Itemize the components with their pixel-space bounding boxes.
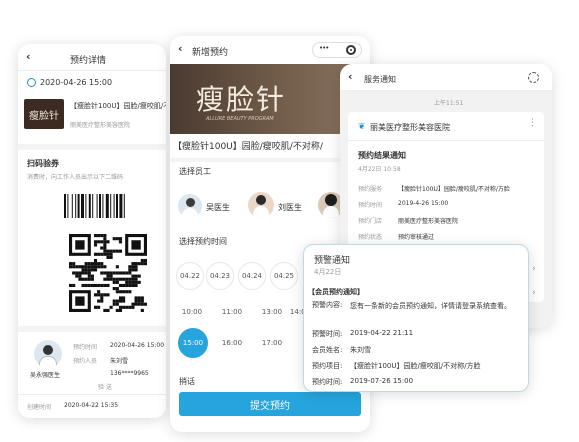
detail-value: 136****9965 bbox=[110, 370, 149, 377]
alert-notice-popup[interactable]: 预警通知 4月22日 【会员预约通知】 预警内容: 您有一条新的会员预约通知，详… bbox=[303, 244, 529, 392]
detail-value: 朱刘雪 bbox=[110, 358, 129, 365]
scan-hint: 消费时，向工作人员出示以下二维码 bbox=[27, 174, 124, 181]
page-title: 预约详情 bbox=[70, 56, 107, 66]
back-icon[interactable]: ‹ bbox=[348, 70, 353, 83]
time-option[interactable]: 11:00 bbox=[218, 308, 246, 316]
created-label: 创建时间 bbox=[27, 404, 52, 411]
row-key: 预约时间 bbox=[358, 202, 383, 209]
chevron-right-icon[interactable]: › bbox=[532, 264, 536, 274]
clock-icon bbox=[27, 78, 36, 87]
time-option[interactable]: 17:00 bbox=[258, 339, 286, 347]
hospital-name: 丽美医疗整形美容医院 bbox=[70, 122, 131, 129]
more-icon[interactable]: ••• bbox=[319, 44, 329, 52]
qr-code[interactable] bbox=[68, 234, 148, 312]
popup-date: 4月22日 bbox=[314, 268, 342, 276]
staff-name[interactable]: 吴医生 bbox=[206, 202, 230, 213]
staff-name[interactable]: 刘医生 bbox=[278, 202, 302, 213]
popup-tag: 【会员预约通知】 bbox=[308, 288, 364, 296]
hospital-name: 丽美医疗整形美容医院 bbox=[370, 123, 450, 132]
row-key: 预约状态 bbox=[358, 234, 383, 241]
barcode bbox=[64, 194, 125, 218]
back-icon[interactable]: ‹ bbox=[178, 42, 183, 55]
close-miniapp-icon[interactable] bbox=[346, 45, 356, 55]
row-value: 【瘦脸针100U】园脸/瘦咬肌/不对称/方脸 bbox=[398, 186, 510, 193]
row-key: 预约门店 bbox=[358, 218, 383, 225]
time-option-selected[interactable]: 15:00 bbox=[178, 328, 208, 358]
thumbnail-text: 瘦脸针 bbox=[29, 110, 59, 122]
member-value: 朱刘雪 bbox=[350, 346, 371, 354]
select-staff-label: 选择员工 bbox=[179, 167, 211, 176]
scan-title: 扫码验券 bbox=[27, 159, 59, 168]
time-label: 预警时间: bbox=[312, 330, 343, 338]
gear-icon[interactable] bbox=[528, 72, 539, 83]
banner-title: 瘦脸针 bbox=[196, 83, 287, 116]
time-option[interactable]: 10:00 bbox=[178, 308, 206, 316]
chevron-right-icon[interactable]: › bbox=[532, 288, 536, 298]
date-option[interactable]: 04.25 bbox=[270, 262, 298, 290]
page-title: 服务通知 bbox=[364, 75, 396, 84]
row-key: 预约服务 bbox=[358, 186, 383, 193]
submit-button[interactable]: 提交预约 bbox=[179, 392, 361, 416]
content-text: 您有一条新的会员预约通知，详情请登录系统查看。 bbox=[350, 302, 511, 310]
hospital-logo-icon: ❦ bbox=[358, 122, 366, 132]
detail-value: 2020-04-26 15:00 bbox=[110, 342, 165, 349]
item-label: 预约项目: bbox=[312, 362, 343, 370]
row-value: 预约审核通过 bbox=[398, 234, 435, 241]
appt-value: 2019-07-26 15:00 bbox=[350, 377, 414, 385]
product-thumbnail: 瘦脸针 bbox=[24, 99, 64, 129]
date-option[interactable]: 04.23 bbox=[206, 262, 234, 290]
detail-value: 验 送 bbox=[98, 384, 112, 391]
date-option[interactable]: 04.22 bbox=[176, 262, 204, 290]
detail-key: 预约时间 bbox=[73, 344, 98, 351]
item-value: 【瘦脸针100U】园脸/瘦咬肌/不对称/方脸 bbox=[350, 362, 481, 370]
appt-label: 预约时间: bbox=[312, 378, 343, 386]
row-value: 2019-4-26 15:00 bbox=[398, 200, 449, 207]
appointment-detail-phone: ‹ 预约详情 2020-04-26 15:00 瘦脸针 【瘦脸针100U】园脸/… bbox=[18, 44, 166, 418]
time-option[interactable]: 16:00 bbox=[218, 339, 246, 347]
created-value: 2020-04-22 15:35 bbox=[64, 402, 119, 409]
page-title: 新增预约 bbox=[192, 48, 229, 58]
timestamp: 上午11:51 bbox=[434, 100, 464, 107]
appointment-datetime: 2020-04-26 15:00 bbox=[40, 78, 113, 87]
doctor-avatar[interactable] bbox=[178, 194, 202, 218]
banner-subtitle: ALLURE BEAUTY PROGRAM bbox=[206, 116, 274, 122]
back-icon[interactable]: ‹ bbox=[26, 50, 31, 63]
remark-label: 捎话 bbox=[179, 377, 195, 386]
notice-title: 预约结果通知 bbox=[358, 151, 406, 160]
popup-title: 预警通知 bbox=[314, 256, 351, 266]
notice-date: 4月22日 10:58 bbox=[358, 166, 401, 173]
time-value: 2019-04-22 21:11 bbox=[350, 329, 414, 337]
more-icon[interactable]: ⋮ bbox=[528, 118, 537, 128]
doctor-name: 吴永强医生 bbox=[30, 372, 61, 379]
content-label: 预警内容: bbox=[312, 301, 343, 309]
detail-key: 预约人员 bbox=[73, 358, 98, 365]
time-option[interactable]: 13:00 bbox=[258, 308, 286, 316]
product-name: 【瘦脸针100U】园脸/瘦咬肌/不对称/ bbox=[173, 142, 323, 152]
doctor-avatar[interactable] bbox=[248, 192, 274, 218]
screen: ‹ 预约详情 2020-04-26 15:00 瘦脸针 【瘦脸针100U】园脸/… bbox=[0, 0, 579, 442]
member-label: 会员姓名: bbox=[312, 346, 343, 354]
row-value: 丽美医疗整形美容医院 bbox=[398, 218, 459, 225]
select-time-label: 选择预约时间 bbox=[179, 237, 227, 246]
doctor-avatar bbox=[34, 340, 62, 368]
date-option[interactable]: 04.24 bbox=[238, 262, 266, 290]
product-name: 【瘦脸针100U】园脸/瘦咬肌/不对 bbox=[70, 102, 166, 110]
